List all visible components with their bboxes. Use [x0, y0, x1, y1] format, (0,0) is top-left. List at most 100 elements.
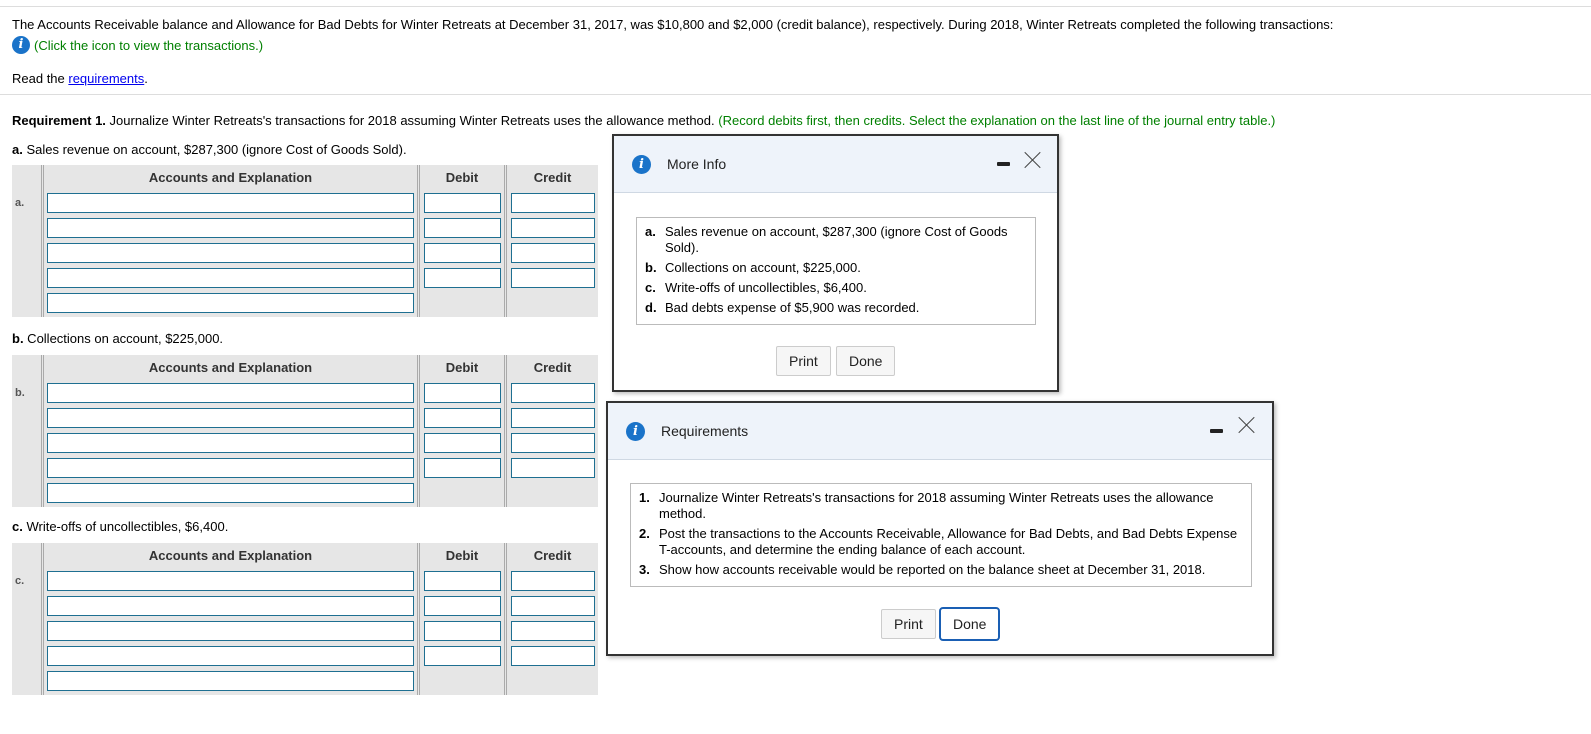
explanation-input[interactable]: [47, 671, 414, 691]
close-icon[interactable]: [1238, 416, 1256, 434]
print-button[interactable]: Print: [881, 609, 936, 639]
debit-input[interactable]: [424, 218, 501, 238]
credit-input[interactable]: [511, 243, 595, 263]
account-input[interactable]: [47, 193, 414, 213]
row-letter: a.: [12, 191, 44, 317]
debit-input[interactable]: [424, 433, 501, 453]
requirements-link[interactable]: requirements: [68, 71, 144, 86]
requirement-1-text: Journalize Winter Retreats's transaction…: [105, 113, 719, 128]
debit-input[interactable]: [424, 408, 501, 428]
done-button[interactable]: Done: [939, 607, 1001, 641]
click-icon-hint: (Click the icon to view the transactions…: [34, 37, 264, 53]
transactions-info-row: i (Click the icon to view the transactio…: [12, 36, 263, 54]
transaction-b-label: b. Collections on account, $225,000.: [12, 331, 223, 346]
debit-input[interactable]: [424, 268, 501, 288]
list-item: b. Collections on account, $225,000.: [645, 260, 861, 275]
transaction-a-letter: a.: [12, 142, 23, 157]
credit-input[interactable]: [511, 433, 595, 453]
header-accounts: Accounts and Explanation: [44, 165, 420, 191]
transaction-b-text: Collections on account, $225,000.: [23, 331, 224, 346]
top-divider: [0, 6, 1591, 7]
info-icon: i: [632, 154, 651, 174]
credit-input[interactable]: [511, 646, 595, 666]
account-input[interactable]: [47, 596, 414, 616]
header-credit: Credit: [533, 170, 572, 185]
debit-input[interactable]: [424, 383, 501, 403]
transaction-c-label: c. Write-offs of uncollectibles, $6,400.: [12, 519, 228, 534]
credit-input[interactable]: [511, 408, 595, 428]
transactions-list: a. Sales revenue on account, $287,300 (ig…: [645, 224, 1025, 316]
problem-intro: The Accounts Receivable balance and Allo…: [12, 17, 1334, 32]
dialog-title: More Info: [667, 156, 727, 172]
credit-input[interactable]: [511, 621, 595, 641]
list-item: a. Sales revenue on account, $287,300 (ig…: [645, 224, 1008, 255]
dialog-header: i Requirements: [608, 403, 1272, 460]
requirement-1-heading: Requirement 1. Journalize Winter Retreat…: [12, 113, 1275, 128]
credit-input[interactable]: [511, 268, 595, 288]
minimize-icon[interactable]: [997, 162, 1010, 166]
minimize-icon[interactable]: [1210, 429, 1223, 433]
transaction-b-letter: b.: [12, 331, 24, 346]
requirement-1-instruction: (Record debits first, then credits. Sele…: [718, 113, 1276, 128]
read-requirements-line: Read the requirements.: [12, 71, 148, 86]
credit-input[interactable]: [511, 218, 595, 238]
close-icon[interactable]: [1024, 151, 1042, 169]
journal-body: b.: [12, 381, 598, 507]
account-input[interactable]: [47, 458, 414, 478]
row-letter: c.: [12, 569, 44, 695]
account-input[interactable]: [47, 433, 414, 453]
credit-input[interactable]: [511, 571, 595, 591]
header-accounts: Accounts and Explanation: [44, 355, 420, 381]
transaction-a-text: Sales revenue on account, $287,300 (igno…: [22, 142, 407, 157]
debit-input[interactable]: [424, 458, 501, 478]
header-credit: Credit: [533, 548, 572, 563]
transaction-c-text: Write-offs of uncollectibles, $6,400.: [22, 519, 229, 534]
list-item: 3. Show how accounts receivable would be …: [639, 562, 1206, 577]
row-letter: b.: [12, 381, 44, 507]
journal-header: Accounts and Explanation Debit Credit: [12, 165, 598, 191]
debit-input[interactable]: [424, 621, 501, 641]
credit-input[interactable]: [511, 458, 595, 478]
explanation-input[interactable]: [47, 483, 414, 503]
transaction-a-label: a. Sales revenue on account, $287,300 (i…: [12, 142, 407, 157]
credit-input[interactable]: [511, 383, 595, 403]
account-input[interactable]: [47, 243, 414, 263]
info-icon[interactable]: i: [12, 36, 30, 54]
account-input[interactable]: [47, 571, 414, 591]
requirements-list: 1. Journalize Winter Retreats's transacti…: [639, 490, 1241, 578]
header-debit: Debit: [420, 355, 507, 381]
more-info-dialog: i More Info a. Sales revenue on account, …: [612, 134, 1059, 392]
done-button[interactable]: Done: [836, 346, 896, 376]
header-debit: Debit: [420, 543, 507, 569]
list-item: 2. Post the transactions to the Accounts …: [639, 526, 1238, 557]
account-input[interactable]: [47, 621, 414, 641]
dialog-header: i More Info: [614, 136, 1057, 193]
debit-input[interactable]: [424, 571, 501, 591]
debit-input[interactable]: [424, 243, 501, 263]
debit-input[interactable]: [424, 646, 501, 666]
account-input[interactable]: [47, 408, 414, 428]
dialog-title: Requirements: [661, 423, 749, 439]
transaction-c-letter: c.: [12, 519, 23, 534]
debit-input[interactable]: [424, 193, 501, 213]
account-input[interactable]: [47, 268, 414, 288]
list-item: c. Write-offs of uncollectibles, $6,400.: [645, 280, 867, 295]
read-suffix: .: [144, 71, 148, 86]
credit-input[interactable]: [511, 193, 595, 213]
header-credit: Credit: [533, 360, 572, 375]
journal-body: c.: [12, 569, 598, 695]
requirements-list-box: 1. Journalize Winter Retreats's transacti…: [630, 483, 1252, 587]
journal-table-b: Accounts and Explanation Debit Credit b.: [12, 355, 598, 507]
journal-header: Accounts and Explanation Debit Credit: [12, 355, 598, 381]
account-input[interactable]: [47, 218, 414, 238]
list-item: d. Bad debts expense of $5,900 was record…: [645, 300, 920, 315]
requirement-1-label: Requirement 1.: [12, 113, 106, 128]
journal-header: Accounts and Explanation Debit Credit: [12, 543, 598, 569]
account-input[interactable]: [47, 383, 414, 403]
credit-input[interactable]: [511, 596, 595, 616]
explanation-input[interactable]: [47, 293, 414, 313]
transactions-list-box: a. Sales revenue on account, $287,300 (ig…: [636, 217, 1036, 325]
debit-input[interactable]: [424, 596, 501, 616]
account-input[interactable]: [47, 646, 414, 666]
print-button[interactable]: Print: [776, 346, 831, 376]
